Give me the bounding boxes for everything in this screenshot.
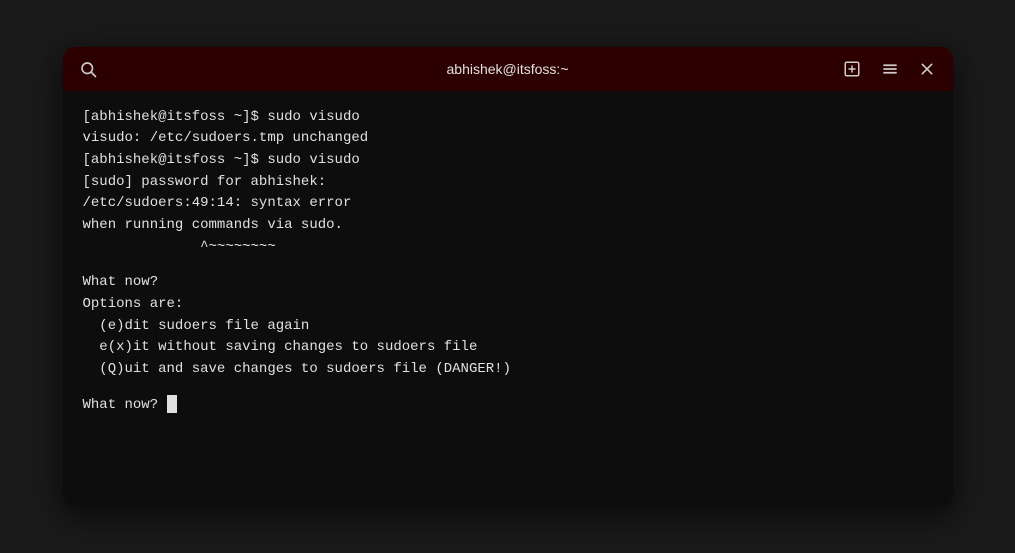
terminal-prompt-line: What now? [83,395,933,417]
terminal-line: [abhishek@itsfoss ~]$ sudo visudo [83,107,933,129]
menu-button[interactable] [875,56,905,82]
terminal-line: visudo: /etc/sudoers.tmp unchanged [83,128,933,150]
terminal-line: What now? [83,272,933,294]
titlebar: abhishek@itsfoss:~ [63,47,953,91]
terminal-line: (e)dit sudoers file again [83,316,933,338]
terminal-line: e(x)it without saving changes to sudoers… [83,337,933,359]
terminal-cursor [167,395,177,413]
close-button[interactable] [913,57,941,81]
terminal-body[interactable]: [abhishek@itsfoss ~]$ sudo visudo visudo… [63,91,953,507]
window-title: abhishek@itsfoss:~ [447,61,569,77]
terminal-line: /etc/sudoers:49:14: syntax error [83,193,933,215]
terminal-line: [abhishek@itsfoss ~]$ sudo visudo [83,150,933,172]
titlebar-left [75,56,101,82]
terminal-line: ^~~~~~~~~ [83,237,933,259]
terminal-line: (Q)uit and save changes to sudoers file … [83,359,933,381]
search-button[interactable] [75,56,101,82]
terminal-line: [sudo] password for abhishek: [83,172,933,194]
terminal-window: abhishek@itsfoss:~ [63,47,953,507]
titlebar-controls [837,56,941,82]
terminal-line: when running commands via sudo. [83,215,933,237]
new-tab-button[interactable] [837,56,867,82]
spacer [83,381,933,395]
terminal-line: Options are: [83,294,933,316]
spacer [83,258,933,272]
